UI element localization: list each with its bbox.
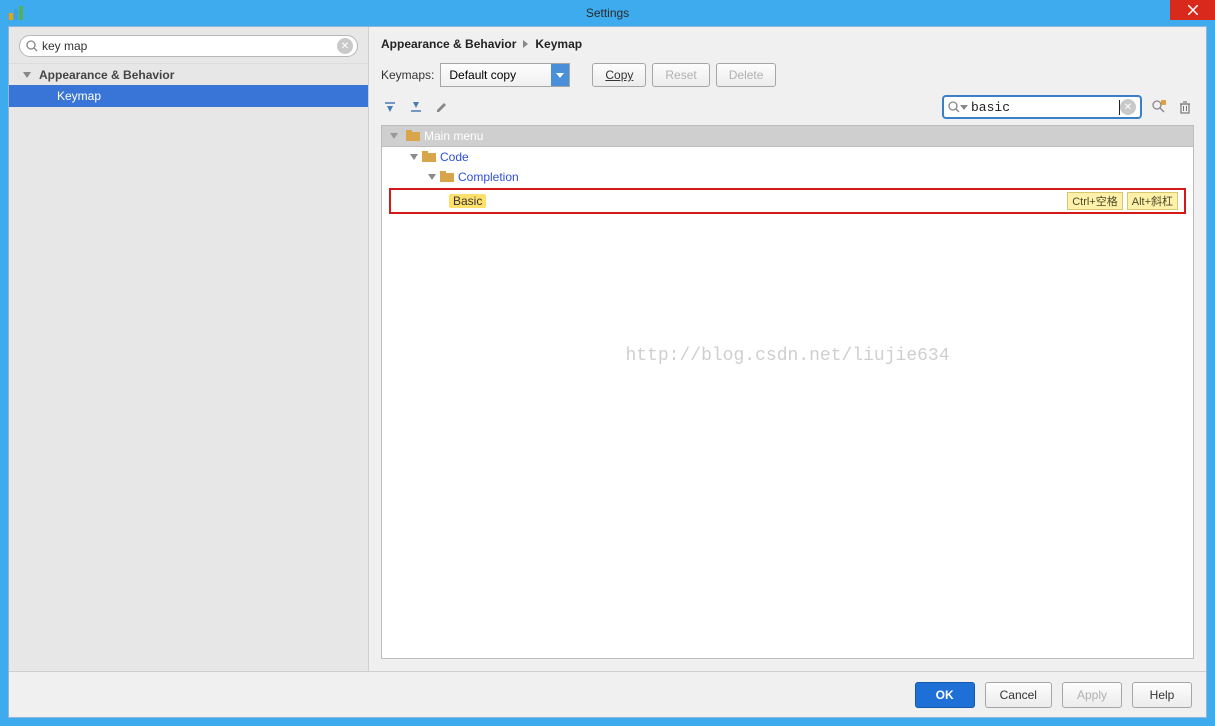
breadcrumb-separator-icon — [523, 40, 528, 48]
shortcut-badge: Alt+斜杠 — [1127, 192, 1178, 210]
sidebar-search-input[interactable]: key map ✕ — [19, 35, 358, 57]
search-icon — [948, 101, 960, 113]
sidebar-search-value: key map — [38, 39, 337, 53]
keymap-delete-button[interactable]: Delete — [716, 63, 777, 87]
shortcut-badge: Ctrl+空格 — [1067, 192, 1123, 210]
settings-main-panel: Appearance & Behavior Keymap Keymaps: De… — [369, 27, 1206, 671]
tree-root-main-menu[interactable]: Main menu — [382, 126, 1193, 147]
expand-arrow-icon — [410, 154, 418, 160]
tree-node-label: Code — [440, 150, 469, 164]
keymaps-label: Keymaps: — [381, 68, 434, 82]
breadcrumb-root: Appearance & Behavior — [381, 37, 516, 51]
expand-arrow-icon — [428, 174, 436, 180]
expand-arrow-icon — [23, 72, 31, 78]
chevron-down-icon — [960, 103, 968, 111]
dropdown-arrow-icon — [551, 64, 569, 86]
action-search-value: basic — [968, 100, 1120, 115]
settings-window: Settings key map ✕ Appearance & Behavior — [0, 0, 1215, 726]
close-icon — [1188, 5, 1198, 15]
dialog-footer: OK Cancel Apply Help — [9, 671, 1206, 717]
tree-node-code[interactable]: Code — [382, 147, 1193, 167]
collapse-all-icon[interactable] — [407, 98, 425, 116]
trash-icon[interactable] — [1176, 98, 1194, 116]
dialog-body: key map ✕ Appearance & Behavior Keymap A… — [8, 26, 1207, 718]
sidebar-category-appearance[interactable]: Appearance & Behavior — [9, 63, 368, 85]
keymap-tree: Main menu Code Completion Basic — [381, 125, 1194, 659]
settings-sidebar: key map ✕ Appearance & Behavior Keymap — [9, 27, 369, 671]
tree-root-label: Main menu — [424, 129, 483, 143]
app-icon — [8, 5, 24, 21]
tree-node-label: Completion — [458, 170, 519, 184]
tree-leaf-label: Basic — [449, 194, 486, 208]
expand-arrow-icon — [390, 133, 398, 139]
titlebar: Settings — [0, 0, 1215, 26]
keymap-reset-button[interactable]: Reset — [652, 63, 709, 87]
apply-button[interactable]: Apply — [1062, 682, 1122, 708]
sidebar-item-keymap[interactable]: Keymap — [9, 85, 368, 107]
keymaps-row: Keymaps: Default copy Copy Reset Delete — [369, 57, 1206, 93]
watermark-text: http://blog.csdn.net/liujie634 — [382, 346, 1193, 366]
sidebar-category-label: Appearance & Behavior — [39, 68, 174, 82]
keymap-copy-button[interactable]: Copy — [592, 63, 646, 87]
window-title: Settings — [0, 6, 1215, 20]
action-search-input[interactable]: basic ✕ — [942, 95, 1142, 119]
folder-icon — [440, 171, 454, 183]
cancel-button[interactable]: Cancel — [985, 682, 1052, 708]
edit-icon[interactable] — [433, 98, 451, 116]
folder-icon — [422, 151, 436, 163]
tree-node-completion[interactable]: Completion — [382, 167, 1193, 187]
help-button[interactable]: Help — [1132, 682, 1192, 708]
keymaps-selected-value: Default copy — [441, 68, 551, 82]
window-close-button[interactable] — [1170, 0, 1215, 20]
breadcrumb-leaf: Keymap — [535, 37, 582, 51]
breadcrumb: Appearance & Behavior Keymap — [369, 27, 1206, 57]
search-icon — [26, 40, 38, 52]
sidebar-item-label: Keymap — [57, 89, 101, 103]
tree-leaf-basic[interactable]: Basic Ctrl+空格 Alt+斜杠 — [389, 188, 1186, 214]
ok-button[interactable]: OK — [915, 682, 975, 708]
keymaps-select[interactable]: Default copy — [440, 63, 570, 87]
keymap-toolbar: basic ✕ — [369, 93, 1206, 125]
action-search-clear-icon[interactable]: ✕ — [1120, 99, 1136, 115]
sidebar-search-clear-icon[interactable]: ✕ — [337, 38, 353, 54]
find-by-shortcut-icon[interactable] — [1150, 98, 1168, 116]
expand-all-icon[interactable] — [381, 98, 399, 116]
folder-icon — [406, 130, 420, 142]
